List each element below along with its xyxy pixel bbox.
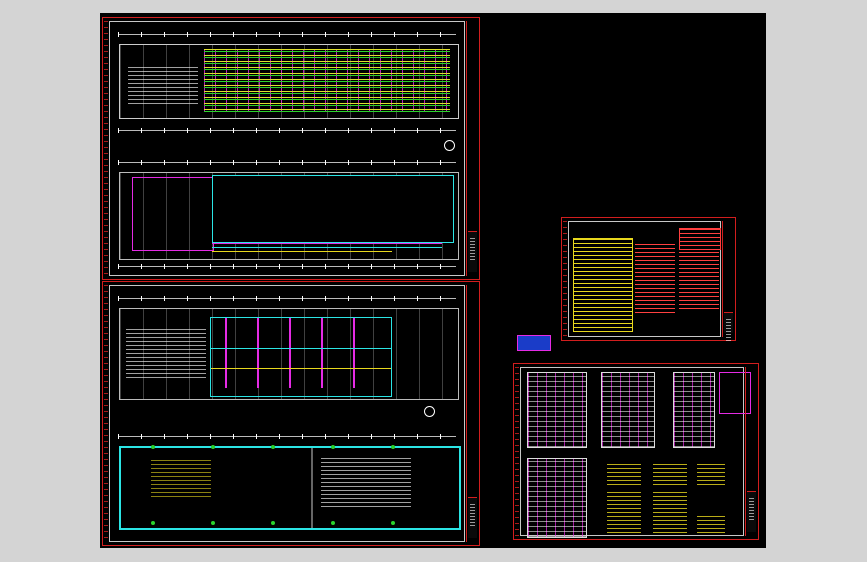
sheet-left-strip-4 <box>515 367 519 536</box>
detail-section-7 <box>653 516 687 536</box>
gas-line <box>212 251 392 252</box>
floor-plan-3 <box>119 308 459 400</box>
detail-section-2 <box>653 464 687 486</box>
title-block-4 <box>745 367 757 536</box>
detail-section-4 <box>607 492 641 514</box>
axis-grid-top-2 <box>118 160 456 165</box>
piping-network <box>204 49 450 112</box>
floor-plan-2 <box>119 172 459 260</box>
floor-plan-1 <box>119 44 459 119</box>
node-icon <box>391 521 395 525</box>
sheet-left-strip-3 <box>563 221 567 337</box>
building-outline <box>212 175 454 243</box>
title-block-2 <box>466 285 478 542</box>
diagram-notes-left <box>151 460 211 500</box>
room-block-left <box>126 329 206 379</box>
node-icon <box>331 445 335 449</box>
node-icon <box>331 521 335 525</box>
diagram-divider <box>311 448 313 528</box>
section-marker-icon-2 <box>424 406 435 417</box>
detail-table-3 <box>673 372 715 448</box>
detail-section-1 <box>607 464 641 486</box>
detail-table-4 <box>527 458 587 538</box>
sheet-border-2 <box>109 285 465 542</box>
detail-section-8 <box>697 516 725 536</box>
system-diagram <box>119 445 461 530</box>
return-line <box>212 247 442 248</box>
supply-line <box>212 243 442 244</box>
detail-table-1 <box>527 372 587 448</box>
notes-block-1 <box>635 244 675 314</box>
axis-grid-bottom-2 <box>118 264 456 269</box>
room-annotations <box>128 67 198 107</box>
drawing-sheet-details <box>513 363 759 540</box>
sheet-border-3 <box>568 221 721 337</box>
drawing-sheet-upper <box>102 17 480 280</box>
title-block <box>466 21 478 276</box>
sheet-left-strip-2 <box>104 285 108 542</box>
riser-1 <box>225 318 227 388</box>
drawing-sheet-notes <box>561 217 736 341</box>
node-icon <box>151 445 155 449</box>
detail-section-5 <box>653 492 687 514</box>
detail-table-2 <box>601 372 655 448</box>
notes-block-3 <box>679 252 719 312</box>
sheet-left-strip <box>104 21 108 276</box>
node-icon <box>211 445 215 449</box>
drawing-sheet-lower <box>102 281 480 546</box>
diagram-notes-right <box>321 458 411 508</box>
axis-grid-top <box>118 32 456 37</box>
legend-table <box>573 238 633 332</box>
axis-grid-bottom <box>118 128 456 133</box>
header-line <box>211 348 391 349</box>
title-block-3 <box>722 221 734 341</box>
node-icon <box>271 445 275 449</box>
riser-3 <box>289 318 291 388</box>
detail-section-3 <box>697 464 725 486</box>
node-icon <box>211 521 215 525</box>
axis-grid-top-3 <box>118 296 456 301</box>
sheet-border <box>109 21 465 276</box>
sheet-border-4 <box>520 367 751 538</box>
axis-grid-top-4 <box>118 434 456 439</box>
branch-line <box>211 368 391 369</box>
equipment-zone <box>210 317 392 397</box>
node-icon <box>271 521 275 525</box>
legend-label-box <box>517 335 551 351</box>
riser-5 <box>353 318 355 388</box>
duct-outline <box>132 177 214 251</box>
riser-2 <box>257 318 259 388</box>
node-icon <box>391 445 395 449</box>
riser-4 <box>321 318 323 388</box>
section-marker-icon <box>444 140 455 151</box>
notes-block-2 <box>679 228 721 250</box>
node-icon <box>151 521 155 525</box>
detail-section-6 <box>607 516 641 536</box>
cad-viewport[interactable] <box>100 13 766 548</box>
